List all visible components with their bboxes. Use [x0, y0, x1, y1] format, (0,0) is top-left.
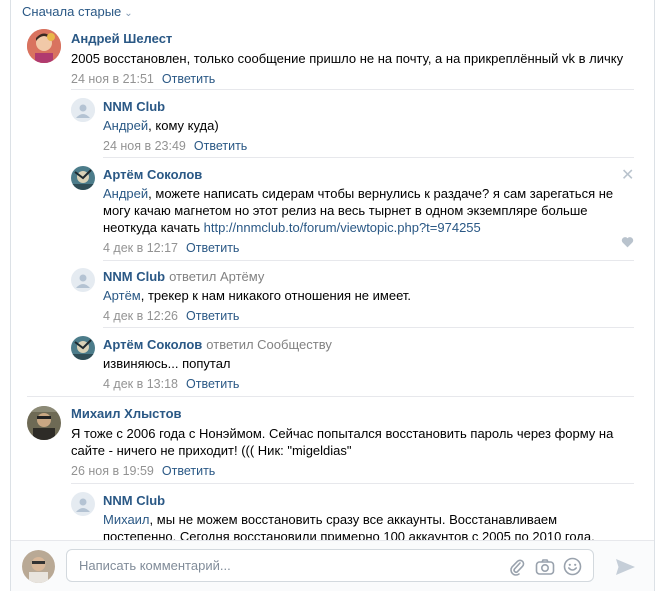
divider: [71, 483, 634, 484]
avatar[interactable]: [71, 268, 95, 292]
avatar[interactable]: [22, 550, 55, 583]
avatar[interactable]: [71, 336, 95, 360]
send-icon[interactable]: [614, 557, 636, 580]
divider: [71, 89, 634, 90]
comment-placeholder: Написать комментарий...: [79, 558, 231, 573]
comment-author[interactable]: NNM Club: [103, 99, 633, 114]
comment-date[interactable]: 4 дек в 12:26: [103, 309, 178, 323]
comment-reply: Артём Соколов ответил Сообществу извиняюс…: [103, 337, 633, 391]
comment-author[interactable]: Артём Соколов: [103, 167, 633, 182]
comment-text: , кому куда): [148, 118, 219, 133]
close-icon[interactable]: ✕: [621, 165, 634, 185]
avatar[interactable]: [71, 166, 95, 190]
reply-button[interactable]: Ответить: [186, 377, 239, 391]
divider: [103, 157, 634, 158]
avatar[interactable]: [27, 406, 61, 440]
external-link[interactable]: http://nnmclub.to/forum/viewtopic.php?t=…: [204, 220, 481, 235]
paperclip-icon[interactable]: [509, 558, 525, 579]
reply-button[interactable]: Ответить: [162, 72, 215, 86]
comment-date[interactable]: 24 ноя в 23:49: [103, 139, 186, 153]
comment-date[interactable]: 4 дек в 13:18: [103, 377, 178, 391]
reply-button[interactable]: Ответить: [186, 241, 239, 255]
comment-text: 2005 восстановлен, только сообщение приш…: [71, 51, 624, 66]
comment-author[interactable]: NNM Club: [103, 269, 165, 284]
comment-text: могу качаю магнетом но этот релиз на вес…: [103, 203, 588, 218]
avatar[interactable]: [71, 98, 95, 122]
comment-author[interactable]: Михаил Хлыстов: [71, 406, 641, 421]
chevron-down-icon: ⌄: [124, 8, 133, 19]
camera-icon[interactable]: [535, 558, 555, 579]
comment-text: , мы не можем восстановить сразу все акк…: [149, 512, 558, 527]
comment-author[interactable]: NNM Club: [103, 493, 633, 508]
divider: [27, 396, 634, 397]
comment: Михаил Хлыстов Я тоже с 2006 года с Нонэ…: [71, 406, 641, 478]
comment-text: , трекер к нам никакого отношения не име…: [140, 288, 411, 303]
sort-label: Сначала старые: [22, 4, 122, 19]
mention-link[interactable]: Артём: [103, 288, 141, 303]
divider: [103, 327, 634, 328]
comment-reply: Артём Соколов Андрей, можете написать си…: [103, 167, 633, 255]
comment-text: неоткуда качать: [103, 220, 204, 235]
comment-date[interactable]: 4 дек в 12:17: [103, 241, 178, 255]
comment-text: , можете написать сидерам чтобы вернулис…: [148, 186, 614, 201]
comment-reply: NNM Club Андрей, кому куда) 24 ноя в 23:…: [103, 99, 633, 153]
divider: [103, 260, 634, 261]
comment-date[interactable]: 24 ноя в 21:51: [71, 72, 154, 86]
comment-reply: NNM Club ответил Артёму Артём, трекер к н…: [103, 269, 633, 323]
reply-button[interactable]: Ответить: [186, 309, 239, 323]
sort-dropdown[interactable]: Сначала старые ⌄: [22, 4, 133, 19]
mention-link[interactable]: Андрей: [103, 118, 148, 133]
comment-reply: NNM Club Михаил, мы не можем восстановит…: [103, 493, 633, 545]
comment-date[interactable]: 26 ноя в 19:59: [71, 464, 154, 478]
comment-text: извиняюсь... попутал: [103, 356, 231, 371]
comment-author[interactable]: Андрей Шелест: [71, 31, 641, 46]
avatar[interactable]: [71, 492, 95, 516]
avatar[interactable]: [27, 29, 61, 63]
reply-button[interactable]: Ответить: [194, 139, 247, 153]
reply-button[interactable]: Ответить: [162, 464, 215, 478]
replied-to-label[interactable]: ответил Артёму: [169, 269, 264, 284]
comment-text: Я тоже с 2006 года с Нонэймом. Сейчас по…: [71, 426, 614, 441]
heart-icon[interactable]: [621, 236, 634, 251]
smile-icon[interactable]: [563, 557, 582, 579]
mention-link[interactable]: Михаил: [103, 512, 150, 527]
comment: Андрей Шелест 2005 восстановлен, только …: [71, 31, 641, 86]
replied-to-label[interactable]: ответил Сообществу: [206, 337, 332, 352]
comment-text: сайте - ничего не приходит! ((( Ник: "mi…: [71, 443, 352, 458]
mention-link[interactable]: Андрей: [103, 186, 148, 201]
comment-author[interactable]: Артём Соколов: [103, 337, 202, 352]
